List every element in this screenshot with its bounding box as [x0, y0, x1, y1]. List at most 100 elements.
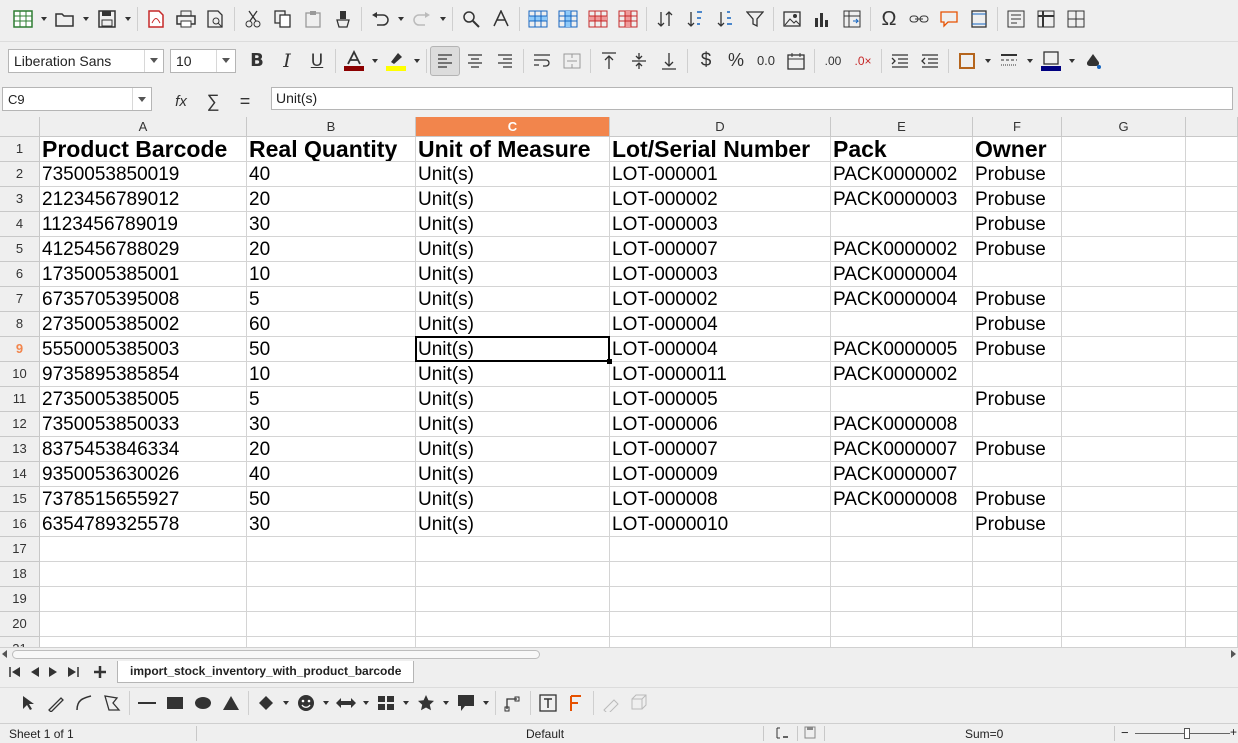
insert-chart-icon[interactable] — [807, 4, 837, 34]
triangle-icon[interactable] — [217, 688, 245, 718]
table-cell[interactable]: LOT-000006 — [610, 412, 831, 437]
column-title-cell[interactable]: Unit of Measure — [416, 137, 610, 162]
scroll-thumb[interactable] — [12, 650, 540, 659]
special-character-icon[interactable]: Ω — [874, 4, 904, 34]
underline-icon[interactable]: U — [302, 46, 332, 76]
conditional-format-icon[interactable] — [1078, 46, 1108, 76]
table-cell[interactable]: 6735705395008 — [40, 287, 247, 312]
table-cell[interactable] — [1186, 462, 1238, 487]
table-cell[interactable]: 1735005385001 — [40, 262, 247, 287]
align-left-icon[interactable] — [430, 45, 460, 76]
pivot-table-icon[interactable] — [837, 4, 867, 34]
table-cell[interactable] — [610, 562, 831, 587]
table-cell[interactable] — [247, 612, 416, 637]
table-cell[interactable]: 20 — [247, 187, 416, 212]
table-cell[interactable]: Unit(s) — [416, 187, 610, 212]
table-cell[interactable] — [973, 562, 1062, 587]
table-cell[interactable] — [831, 562, 973, 587]
italic-icon[interactable]: I — [272, 46, 302, 76]
table-cell[interactable] — [610, 587, 831, 612]
table-cell[interactable] — [1062, 287, 1186, 312]
table-cell[interactable] — [973, 537, 1062, 562]
table-cell[interactable] — [831, 537, 973, 562]
table-cell[interactable]: Unit(s) — [416, 262, 610, 287]
table-cell[interactable] — [1062, 487, 1186, 512]
add-sheet-icon[interactable] — [92, 664, 108, 680]
table-cell[interactable] — [247, 637, 416, 647]
line-draw-icon[interactable] — [42, 688, 70, 718]
table-cell[interactable]: PACK0000004 — [831, 262, 973, 287]
redo-icon[interactable] — [407, 4, 437, 34]
row-header[interactable]: 14 — [0, 462, 40, 487]
column-title-cell[interactable] — [1062, 137, 1186, 162]
table-cell[interactable] — [416, 587, 610, 612]
table-cell[interactable]: 4125456788029 — [40, 237, 247, 262]
highlight-dropdown-icon[interactable] — [411, 46, 423, 76]
delete-column-icon[interactable] — [613, 4, 643, 34]
rectangle-icon[interactable] — [161, 688, 189, 718]
points-icon[interactable] — [499, 688, 527, 718]
table-cell[interactable] — [416, 637, 610, 647]
delete-row-icon[interactable] — [583, 4, 613, 34]
table-cell[interactable] — [1062, 262, 1186, 287]
table-cell[interactable]: Unit(s) — [416, 312, 610, 337]
row-header[interactable]: 1 — [0, 137, 40, 162]
table-cell[interactable]: 1123456789019 — [40, 212, 247, 237]
table-cell[interactable]: PACK0000002 — [831, 362, 973, 387]
delete-decimal-icon[interactable]: .0× — [848, 46, 878, 76]
undo-dropdown-icon[interactable] — [395, 4, 407, 34]
table-cell[interactable]: 2123456789012 — [40, 187, 247, 212]
font-name-box[interactable]: Liberation Sans — [8, 48, 164, 73]
table-cell[interactable] — [1186, 137, 1238, 162]
borders-dropdown-icon[interactable] — [982, 46, 994, 76]
split-window-icon[interactable] — [1061, 4, 1091, 34]
table-cell[interactable] — [973, 637, 1062, 647]
row-header[interactable]: 2 — [0, 162, 40, 187]
table-cell[interactable] — [40, 637, 247, 647]
flowchart-dropdown-icon[interactable] — [400, 688, 412, 718]
font-color-dropdown-icon[interactable] — [369, 46, 381, 76]
comment-icon[interactable] — [934, 4, 964, 34]
table-cell[interactable] — [1062, 612, 1186, 637]
table-cell[interactable] — [1186, 612, 1238, 637]
table-cell[interactable]: Unit(s) — [416, 437, 610, 462]
column-header-d[interactable]: D — [610, 117, 831, 137]
table-cell[interactable]: Probuse — [973, 387, 1062, 412]
table-cell[interactable]: Probuse — [973, 237, 1062, 262]
row-header[interactable]: 8 — [0, 312, 40, 337]
table-cell[interactable]: Unit(s) — [416, 212, 610, 237]
table-cell[interactable]: 40 — [247, 162, 416, 187]
border-color-dropdown-icon[interactable] — [1066, 46, 1078, 76]
align-right-icon[interactable] — [490, 46, 520, 76]
table-cell[interactable]: LOT-000004 — [610, 312, 831, 337]
first-sheet-icon[interactable] — [7, 664, 23, 680]
name-box[interactable]: C9 — [2, 87, 152, 111]
table-cell[interactable] — [831, 587, 973, 612]
table-cell[interactable]: 9350053630026 — [40, 462, 247, 487]
document-modified-icon[interactable] — [804, 726, 816, 742]
table-cell[interactable] — [1186, 487, 1238, 512]
table-cell[interactable]: LOT-000003 — [610, 212, 831, 237]
table-cell[interactable] — [1186, 187, 1238, 212]
redo-dropdown-icon[interactable] — [437, 4, 449, 34]
column-header-b[interactable]: B — [247, 117, 416, 137]
save-dropdown-icon[interactable] — [122, 4, 134, 34]
row-header[interactable]: 12 — [0, 412, 40, 437]
table-cell[interactable]: 10 — [247, 262, 416, 287]
column-title-cell[interactable]: Product Barcode — [40, 137, 247, 162]
table-cell[interactable]: Unit(s) — [416, 337, 610, 362]
table-cell[interactable]: 20 — [247, 437, 416, 462]
font-name-dropdown-icon[interactable] — [144, 49, 163, 72]
formula-input[interactable]: Unit(s) — [271, 87, 1233, 110]
table-cell[interactable]: Unit(s) — [416, 162, 610, 187]
table-cell[interactable]: LOT-000007 — [610, 437, 831, 462]
table-cell[interactable]: PACK0000002 — [831, 162, 973, 187]
table-cell[interactable] — [831, 637, 973, 647]
table-cell[interactable] — [40, 587, 247, 612]
table-cell[interactable] — [1186, 287, 1238, 312]
insert-image-icon[interactable] — [777, 4, 807, 34]
row-header[interactable]: 7 — [0, 287, 40, 312]
table-cell[interactable]: 9735895385854 — [40, 362, 247, 387]
basic-shapes-dropdown-icon[interactable] — [280, 688, 292, 718]
column-title-cell[interactable]: Pack — [831, 137, 973, 162]
